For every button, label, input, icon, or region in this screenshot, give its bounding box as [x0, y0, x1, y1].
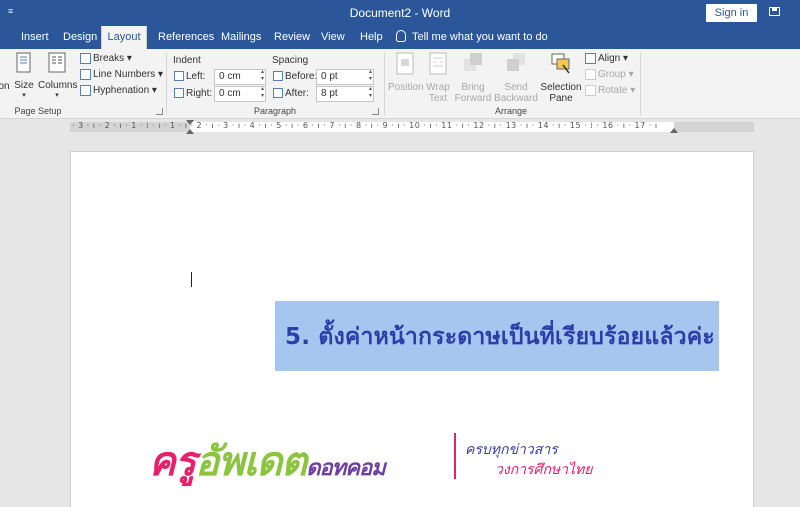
spacing-before-icon — [273, 71, 283, 82]
line-numbers-button[interactable]: Line Numbers ▾ — [80, 69, 163, 80]
position-icon — [396, 52, 414, 75]
bring-forward-button[interactable]: Bring Forward — [454, 51, 492, 104]
right-indent-marker[interactable] — [670, 128, 678, 133]
columns-icon — [48, 52, 66, 73]
logo-text-kru: ครู — [149, 439, 196, 485]
align-button[interactable]: Align ▾ — [585, 53, 628, 64]
logo-text-dotcom: ดอทคอม — [306, 456, 385, 481]
spacing-after-label: After: — [273, 88, 309, 99]
selection-pane-button[interactable]: Selection Pane — [540, 51, 582, 104]
indent-right-field[interactable]: 0 cm — [214, 86, 266, 102]
lightbulb-icon — [396, 30, 406, 43]
tab-design[interactable]: Design — [61, 26, 99, 49]
group-divider — [384, 53, 385, 115]
group-icon — [585, 69, 596, 80]
arrange-group-label: Arrange — [494, 106, 528, 116]
tab-references[interactable]: References — [156, 26, 216, 49]
page-setup-launcher-icon[interactable] — [156, 108, 163, 115]
ruler-numbers: · 3 · ı · 2 · ı · 1 · ⁞ · ı · 1 · ı · 2 … — [72, 121, 658, 130]
align-icon — [585, 53, 596, 64]
indent-heading: Indent — [173, 55, 201, 66]
left-indent-marker[interactable] — [186, 120, 194, 134]
logo-text-update: อัพเดต — [195, 439, 307, 485]
sign-in-button[interactable]: Sign in — [706, 4, 757, 22]
paragraph-launcher-icon[interactable] — [372, 108, 379, 115]
indent-right-label: Right: — [174, 88, 212, 99]
window-title: Document2 - Word — [349, 6, 451, 20]
ribbon-tabs: Insert Design Layout References Mailings… — [0, 26, 800, 49]
ribbon-layout: on Size ▾ Columns ▾ Breaks ▾ Line Number… — [0, 49, 800, 119]
size-button[interactable]: Size ▾ — [12, 51, 36, 99]
group-divider — [166, 53, 167, 115]
wrap-text-button[interactable]: Wrap Text — [422, 51, 454, 104]
highlighted-caption-box: 5. ตั้งค่าหน้ากระดาษเป็นที่เรียบร้อยแล้ว… — [275, 301, 719, 371]
indent-left-label: Left: — [174, 71, 205, 82]
rotate-button[interactable]: Rotate ▾ — [585, 85, 635, 96]
hyphenation-button[interactable]: Hyphenation ▾ — [80, 85, 157, 96]
hyphenation-icon — [80, 85, 91, 96]
columns-button[interactable]: Columns ▾ — [38, 51, 77, 99]
tab-help[interactable]: Help — [358, 26, 385, 49]
send-backward-button[interactable]: Send Backward — [494, 51, 538, 104]
tab-layout[interactable]: Layout — [101, 26, 147, 49]
breaks-icon — [80, 53, 91, 64]
indent-left-field[interactable]: 0 cm — [214, 69, 266, 85]
tell-me-search[interactable]: Tell me what you want to do — [396, 26, 548, 49]
spacing-after-icon — [273, 88, 283, 99]
logo-tagline-1: ครบทุกข่าวสาร — [465, 442, 558, 458]
paragraph-group-label: Paragraph — [253, 106, 297, 116]
selection-pane-icon — [551, 53, 570, 74]
wrap-text-icon — [429, 52, 447, 75]
bring-forward-icon — [464, 53, 482, 71]
ribbon-display-options-icon[interactable] — [769, 7, 780, 16]
orientation-button[interactable]: on — [0, 51, 10, 92]
send-backward-icon — [507, 53, 525, 71]
tab-mailings[interactable]: Mailings — [219, 26, 263, 49]
spacing-after-field[interactable]: 8 pt — [316, 86, 374, 102]
indent-left-icon — [174, 71, 184, 82]
document-page[interactable]: 5. ตั้งค่าหน้ากระดาษเป็นที่เรียบร้อยแล้ว… — [70, 151, 754, 507]
group-divider — [640, 53, 641, 115]
horizontal-ruler[interactable]: · 3 · ı · 2 · ı · 1 · ⁞ · ı · 1 · ı · 2 … — [0, 120, 800, 134]
rotate-icon — [585, 85, 596, 96]
spacing-before-field[interactable]: 0 pt — [316, 69, 374, 85]
spacing-heading: Spacing — [272, 55, 309, 66]
logo-divider — [454, 433, 456, 479]
indent-right-icon — [174, 88, 184, 99]
breaks-button[interactable]: Breaks ▾ — [80, 53, 132, 64]
caption-text: 5. ตั้งค่าหน้ากระดาษเป็นที่เรียบร้อยแล้ว… — [285, 324, 715, 350]
logo-tagline-2: วงการศึกษาไทย — [495, 462, 593, 478]
page-setup-group-label: Page Setup — [14, 106, 62, 116]
text-cursor — [191, 272, 192, 287]
tell-me-text: Tell me what you want to do — [412, 31, 548, 43]
spacing-before-label: Before: — [273, 71, 317, 82]
line-numbers-icon — [80, 69, 91, 80]
tab-insert[interactable]: Insert — [19, 26, 51, 49]
group-button[interactable]: Group ▾ — [585, 69, 634, 80]
tab-review[interactable]: Review — [272, 26, 312, 49]
position-button[interactable]: Position — [388, 51, 424, 93]
title-bar: ≡ Document2 - Word Sign in — [0, 0, 800, 26]
size-icon — [16, 52, 31, 73]
tab-view[interactable]: View — [319, 26, 347, 49]
